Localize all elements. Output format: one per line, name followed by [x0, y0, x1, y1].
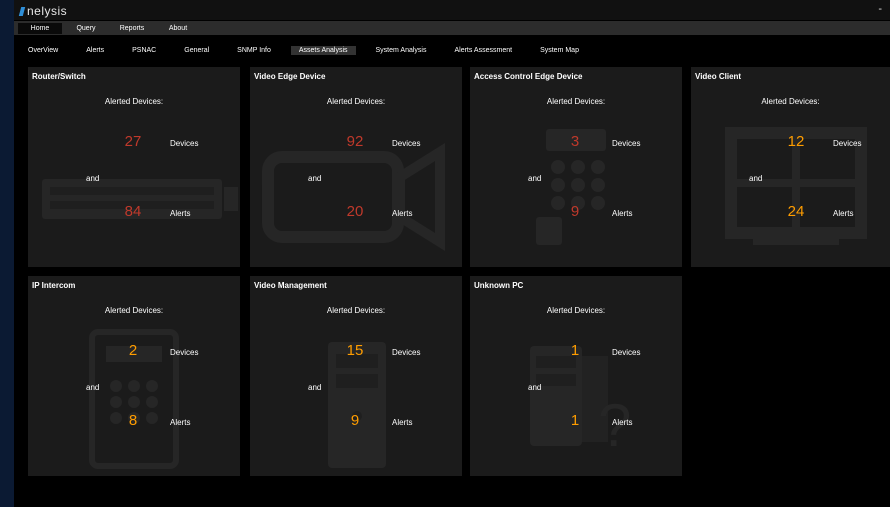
- card-title: Access Control Edge Device: [474, 72, 583, 81]
- devices-label: Devices: [170, 139, 199, 148]
- tab-psnac[interactable]: PSNAC: [124, 46, 164, 55]
- alerts-count: 1: [570, 412, 580, 429]
- and-label: and: [86, 174, 100, 183]
- alerted-devices-label: Alerted Devices:: [546, 306, 606, 315]
- tab-alerts-assessment[interactable]: Alerts Assessment: [446, 46, 520, 55]
- card-title: IP Intercom: [32, 281, 76, 290]
- devices-count: 12: [787, 133, 805, 150]
- card-access-control-edge-device[interactable]: Access Control Edge Device Alerted Devic…: [470, 67, 682, 267]
- card-title: Router/Switch: [32, 72, 86, 81]
- and-label: and: [749, 174, 763, 183]
- devices-count: 92: [346, 133, 364, 150]
- card-title: Video Client: [695, 72, 742, 81]
- menu-query[interactable]: Query: [64, 23, 108, 34]
- alerts-count: 8: [128, 412, 138, 429]
- devices-count: 27: [124, 133, 142, 150]
- alerts-label: Alerts: [170, 209, 191, 218]
- menu-home[interactable]: Home: [18, 22, 62, 34]
- alerts-label: Alerts: [612, 418, 633, 427]
- and-label: and: [86, 383, 100, 392]
- alerts-label: Alerts: [170, 418, 191, 427]
- alerts-label: Alerts: [612, 209, 633, 218]
- minimize-button[interactable]: -: [878, 3, 882, 15]
- alerted-devices-label: Alerted Devices:: [761, 97, 820, 106]
- devices-count: 15: [346, 342, 364, 359]
- devices-label: Devices: [392, 348, 421, 357]
- alerted-devices-label: Alerted Devices:: [104, 97, 164, 106]
- main-menu: Home Query Reports About: [14, 21, 890, 35]
- alerted-devices-label: Alerted Devices:: [546, 97, 606, 106]
- alerted-devices-label: Alerted Devices:: [326, 97, 386, 106]
- card-unknown-pc[interactable]: ? Unknown PC Alerted Devices: 1 Devices …: [470, 276, 682, 476]
- devices-label: Devices: [612, 348, 641, 357]
- and-label: and: [528, 383, 542, 392]
- tab-system-map[interactable]: System Map: [532, 46, 587, 55]
- and-label: and: [308, 174, 322, 183]
- devices-label: Devices: [612, 139, 641, 148]
- alerts-label: Alerts: [833, 209, 854, 218]
- tab-overview[interactable]: OverView: [20, 46, 66, 55]
- alerts-label: Alerts: [392, 418, 413, 427]
- alerts-count: 24: [787, 203, 805, 220]
- devices-count: 1: [570, 342, 580, 359]
- card-ip-intercom[interactable]: IP Intercom Alerted Devices: 2 Devices a…: [28, 276, 240, 476]
- menu-reports[interactable]: Reports: [110, 23, 154, 34]
- devices-label: Devices: [392, 139, 421, 148]
- devices-label: Devices: [833, 139, 862, 148]
- card-router-switch[interactable]: Router/Switch Alerted Devices: 27 Device…: [28, 67, 240, 267]
- and-label: and: [308, 383, 322, 392]
- and-label: and: [528, 174, 542, 183]
- alerts-count: 9: [350, 412, 360, 429]
- tab-snmp-info[interactable]: SNMP Info: [229, 46, 279, 55]
- card-video-client[interactable]: Video Client Alerted Devices: 12 Devices…: [691, 67, 890, 267]
- alerted-devices-label: Alerted Devices:: [104, 306, 164, 315]
- card-title: Video Edge Device: [254, 72, 326, 81]
- alerted-devices-label: Alerted Devices:: [326, 306, 386, 315]
- logo-mark-icon: [18, 6, 26, 16]
- devices-count: 3: [570, 133, 580, 150]
- card-video-management[interactable]: Video Management Alerted Devices: 15 Dev…: [250, 276, 462, 476]
- alerts-count: 20: [346, 203, 364, 220]
- tab-system-analysis[interactable]: System Analysis: [368, 46, 435, 55]
- logo-text: nelysis: [27, 4, 68, 18]
- title-bar: nelysis -: [14, 0, 890, 20]
- alerts-label: Alerts: [392, 209, 413, 218]
- alerts-count: 9: [570, 203, 580, 220]
- tab-alerts[interactable]: Alerts: [78, 46, 112, 55]
- app-logo: nelysis: [18, 4, 68, 18]
- devices-label: Devices: [170, 348, 199, 357]
- menu-about[interactable]: About: [156, 23, 200, 34]
- card-title: Video Management: [254, 281, 327, 290]
- app-window: nelysis - Home Query Reports About OverV…: [14, 0, 890, 507]
- tab-assets-analysis[interactable]: Assets Analysis: [290, 46, 356, 55]
- alerts-count: 84: [124, 203, 142, 220]
- card-title: Unknown PC: [474, 281, 524, 290]
- tab-bar: OverView Alerts PSNAC General SNMP Info …: [14, 44, 890, 57]
- devices-count: 2: [128, 342, 138, 359]
- card-video-edge-device[interactable]: Video Edge Device Alerted Devices: 92 De…: [250, 67, 462, 267]
- tab-general[interactable]: General: [176, 46, 217, 55]
